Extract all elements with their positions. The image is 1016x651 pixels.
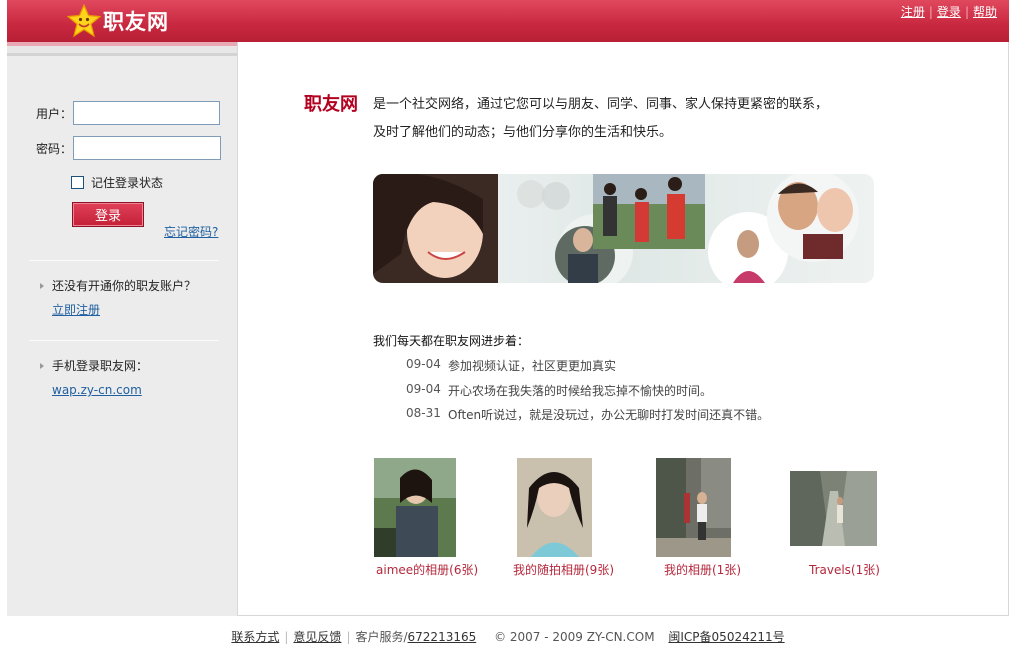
- service-label: 客户服务/: [355, 630, 408, 644]
- username-input[interactable]: [73, 101, 220, 125]
- icp-link[interactable]: 闽ICP备05024211号: [668, 630, 784, 644]
- site-footer: 联系方式 | 意见反馈 | 客户服务/672213165 © 2007 - 2009 Z…: [0, 628, 1016, 645]
- forgot-password-link[interactable]: 忘记密码?: [164, 223, 218, 240]
- album-caption[interactable]: Travels(1张): [809, 561, 880, 578]
- no-account-text: 还没有开通你的职友账户？: [40, 277, 196, 294]
- mobile-login-text: 手机登录职友网：: [40, 357, 148, 374]
- triangle-bullet-icon: [40, 282, 44, 289]
- remember-label: 记住登录状态: [91, 176, 164, 190]
- album-caption[interactable]: 我的相册(1张): [664, 561, 741, 578]
- album-thumbnail[interactable]: [656, 458, 731, 557]
- update-date: 08-31: [406, 406, 441, 420]
- divider: |: [346, 630, 351, 644]
- site-header: 职友网 注册 | 登录 | 帮助: [7, 0, 1009, 42]
- username-label: 用户：: [35, 106, 72, 121]
- divider: |: [284, 630, 289, 644]
- update-text: 开心农场在我失落的时候给我忘掉不愉快的时间。: [448, 384, 713, 398]
- album-thumbnail[interactable]: [790, 471, 877, 546]
- album-caption[interactable]: aimee的相册(6张): [376, 561, 478, 578]
- divider: [29, 260, 219, 261]
- album-caption[interactable]: 我的随拍相册(9张): [513, 561, 614, 578]
- divider: |: [964, 5, 969, 19]
- password-row: 密码：: [35, 136, 221, 160]
- password-label: 密码：: [35, 141, 72, 156]
- update-item: 09-04 开心农场在我失落的时候给我忘掉不愉快的时间。: [406, 382, 712, 399]
- password-input[interactable]: [73, 136, 221, 160]
- sidebar-top-strip: [7, 42, 237, 56]
- update-date: 09-04: [406, 382, 441, 396]
- wap-link[interactable]: wap.zy-cn.com: [52, 383, 142, 397]
- service-phone-link[interactable]: 672213165: [408, 630, 477, 644]
- star-logo-icon: [67, 4, 101, 38]
- people-banner-image: [373, 174, 874, 283]
- update-date: 09-04: [406, 357, 441, 371]
- update-text: 参加视频认证，社区更更加真实: [448, 359, 617, 373]
- update-text: Often听说过，就是没玩过，办公无聊时打发时间还真不错。: [448, 408, 770, 422]
- top-nav: 注册 | 登录 | 帮助: [901, 3, 997, 20]
- intro-line-2: 及时了解他们的动态；与他们分享你的生活和快乐。: [373, 125, 673, 140]
- logo-text: 职友网: [103, 10, 169, 34]
- contact-link[interactable]: 联系方式: [231, 630, 279, 644]
- update-item: 09-04 参加视频认证，社区更更加真实: [406, 357, 616, 374]
- intro-line-1: 是一个社交网络，通过它您可以与朋友、同学、同事、家人保持更紧密的联系，: [373, 97, 829, 112]
- login-link[interactable]: 登录: [937, 5, 961, 19]
- sidebar: 用户： 密码： 记住登录状态 登录 忘记密码? 还没有开通你的职友账户？ 立即注…: [7, 56, 237, 616]
- triangle-bullet-icon: [40, 362, 44, 369]
- album-thumbnail[interactable]: [374, 458, 456, 557]
- intro-brand: 职友网: [304, 94, 358, 115]
- remember-checkbox[interactable]: [71, 176, 84, 189]
- register-now-link[interactable]: 立即注册: [52, 301, 100, 318]
- feedback-link[interactable]: 意见反馈: [293, 630, 341, 644]
- copyright-text: © 2007 - 2009 ZY-CN.COM: [494, 630, 655, 644]
- divider: |: [928, 5, 933, 19]
- album-thumbnail[interactable]: [517, 458, 592, 557]
- updates-title: 我们每天都在职友网进步着：: [373, 334, 530, 348]
- update-item: 08-31 Often听说过，就是没玩过，办公无聊时打发时间还真不错。: [406, 406, 769, 423]
- login-button[interactable]: 登录: [72, 202, 144, 227]
- register-link[interactable]: 注册: [901, 5, 925, 19]
- remember-login[interactable]: 记住登录状态: [71, 174, 163, 191]
- help-link[interactable]: 帮助: [973, 5, 997, 19]
- username-row: 用户：: [35, 101, 220, 125]
- main-content: 职友网 是一个社交网络，通过它您可以与朋友、同学、同事、家人保持更紧密的联系， …: [237, 42, 1009, 616]
- divider: [29, 340, 219, 341]
- site-logo[interactable]: 职友网: [67, 3, 169, 39]
